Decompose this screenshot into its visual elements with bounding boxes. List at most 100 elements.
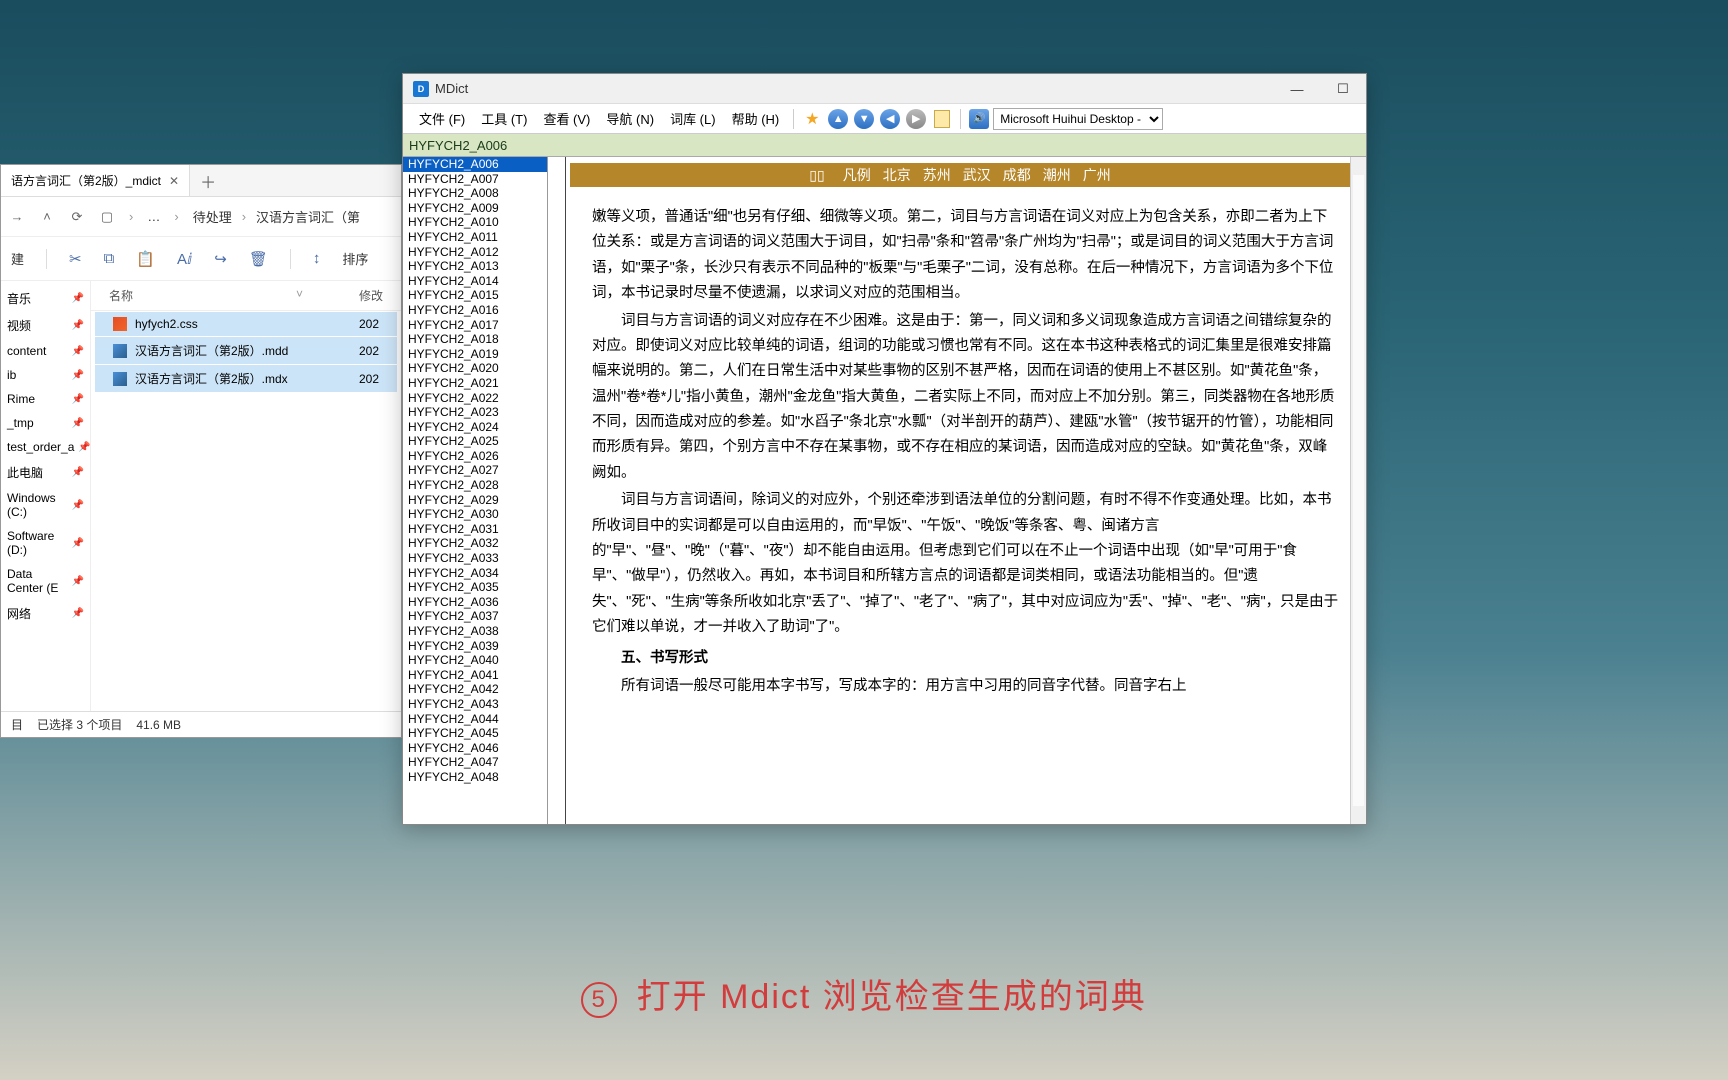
- menu-item[interactable]: 查看 (V): [535, 112, 598, 127]
- file-row[interactable]: hyfych2.css202: [95, 312, 397, 336]
- new-tab-button[interactable]: ＋: [190, 169, 226, 193]
- entry-item[interactable]: HYFYCH2_A015: [403, 288, 547, 303]
- entry-item[interactable]: HYFYCH2_A040: [403, 653, 547, 668]
- sidebar-item[interactable]: Rime📌: [1, 387, 90, 411]
- close-tab-icon[interactable]: ✕: [169, 174, 179, 188]
- entry-item[interactable]: HYFYCH2_A025: [403, 434, 547, 449]
- entry-item[interactable]: HYFYCH2_A022: [403, 391, 547, 406]
- nav-up-icon[interactable]: ˄: [39, 209, 55, 224]
- share-icon[interactable]: ↪: [214, 250, 227, 268]
- nav-forward-icon[interactable]: →: [9, 209, 25, 224]
- sidebar-item[interactable]: 视频📌: [1, 312, 90, 339]
- col-name[interactable]: 名称: [109, 287, 296, 304]
- entry-item[interactable]: HYFYCH2_A038: [403, 624, 547, 639]
- entry-item[interactable]: HYFYCH2_A006: [403, 157, 547, 172]
- sidebar-item[interactable]: Windows (C:)📌: [1, 486, 90, 524]
- entry-item[interactable]: HYFYCH2_A033: [403, 551, 547, 566]
- entry-item[interactable]: HYFYCH2_A028: [403, 478, 547, 493]
- sidebar-item[interactable]: 音乐📌: [1, 285, 90, 312]
- entry-item[interactable]: HYFYCH2_A032: [403, 536, 547, 551]
- sidebar-item[interactable]: Software (D:)📌: [1, 524, 90, 562]
- nav-monitor-icon[interactable]: ▢: [99, 209, 115, 225]
- entry-item[interactable]: HYFYCH2_A008: [403, 186, 547, 201]
- delete-icon[interactable]: 🗑: [249, 250, 268, 268]
- sidebar-item[interactable]: ib📌: [1, 363, 90, 387]
- nav-refresh-icon[interactable]: ⟳: [69, 209, 85, 225]
- sidebar-item[interactable]: _tmp📌: [1, 411, 90, 435]
- sort-label[interactable]: 排序: [342, 249, 368, 268]
- dict-nav-link[interactable]: 潮州: [1043, 167, 1071, 183]
- rename-icon[interactable]: Aⅈ: [177, 250, 192, 268]
- nav-up-button[interactable]: ▲: [826, 107, 850, 131]
- breadcrumb-item[interactable]: 待处理: [193, 207, 232, 226]
- entry-item[interactable]: HYFYCH2_A021: [403, 376, 547, 391]
- speaker-button[interactable]: 🔊: [967, 107, 991, 131]
- entry-item[interactable]: HYFYCH2_A043: [403, 697, 547, 712]
- copy-icon[interactable]: ⧉: [104, 250, 115, 267]
- sidebar-item[interactable]: 此电脑📌: [1, 459, 90, 486]
- entry-item[interactable]: HYFYCH2_A045: [403, 726, 547, 741]
- sidebar-item[interactable]: test_order_a📌: [1, 435, 90, 459]
- entry-item[interactable]: HYFYCH2_A029: [403, 493, 547, 508]
- file-row[interactable]: 汉语方言词汇（第2版）.mdx202: [95, 365, 397, 392]
- menu-item[interactable]: 导航 (N): [598, 112, 662, 127]
- entry-item[interactable]: HYFYCH2_A027: [403, 463, 547, 478]
- menu-item[interactable]: 文件 (F): [411, 112, 473, 127]
- dict-nav-link[interactable]: 武汉: [963, 167, 991, 183]
- menu-item[interactable]: 词库 (L): [662, 112, 724, 127]
- file-row[interactable]: 汉语方言词汇（第2版）.mdd202: [95, 337, 397, 364]
- entry-item[interactable]: HYFYCH2_A039: [403, 639, 547, 654]
- entry-item[interactable]: HYFYCH2_A048: [403, 770, 547, 785]
- sort-icon[interactable]: ↕: [313, 250, 321, 267]
- entry-item[interactable]: HYFYCH2_A013: [403, 259, 547, 274]
- dict-nav-link[interactable]: 凡例: [843, 167, 871, 183]
- breadcrumb-item[interactable]: 汉语方言词汇（第: [256, 207, 360, 226]
- entry-item[interactable]: HYFYCH2_A047: [403, 755, 547, 770]
- menu-item[interactable]: 工具 (T): [473, 112, 535, 127]
- entry-item[interactable]: HYFYCH2_A034: [403, 566, 547, 581]
- menu-item[interactable]: 帮助 (H): [724, 112, 788, 127]
- search-field[interactable]: HYFYCH2_A006: [403, 134, 1366, 157]
- nav-down-button[interactable]: ▼: [852, 107, 876, 131]
- cut-icon[interactable]: ✂: [69, 250, 82, 268]
- nav-forward-button[interactable]: ▶: [904, 107, 928, 131]
- entry-item[interactable]: HYFYCH2_A018: [403, 332, 547, 347]
- entry-item[interactable]: HYFYCH2_A007: [403, 172, 547, 187]
- entry-item[interactable]: HYFYCH2_A046: [403, 741, 547, 756]
- entry-item[interactable]: HYFYCH2_A023: [403, 405, 547, 420]
- minimize-button[interactable]: —: [1274, 74, 1320, 104]
- tts-voice-select[interactable]: Microsoft Huihui Desktop - C: [993, 108, 1163, 130]
- entry-item[interactable]: HYFYCH2_A044: [403, 712, 547, 727]
- favorite-button[interactable]: ★: [800, 107, 824, 131]
- entry-item[interactable]: HYFYCH2_A017: [403, 318, 547, 333]
- col-date[interactable]: 修改: [343, 287, 383, 304]
- paste-icon[interactable]: 📋: [136, 250, 155, 268]
- entry-item[interactable]: HYFYCH2_A012: [403, 245, 547, 260]
- clipboard-button[interactable]: [930, 107, 954, 131]
- explorer-tab[interactable]: 语方言词汇（第2版）_mdict ✕: [1, 165, 190, 196]
- entry-item[interactable]: HYFYCH2_A010: [403, 215, 547, 230]
- entry-item[interactable]: HYFYCH2_A014: [403, 274, 547, 289]
- entry-item[interactable]: HYFYCH2_A041: [403, 668, 547, 683]
- dict-nav-link[interactable]: 成都: [1003, 167, 1031, 183]
- scrollbar[interactable]: [1350, 157, 1366, 824]
- dict-nav-link[interactable]: 苏州: [923, 167, 951, 183]
- entry-item[interactable]: HYFYCH2_A036: [403, 595, 547, 610]
- entry-item[interactable]: HYFYCH2_A019: [403, 347, 547, 362]
- sidebar-item[interactable]: 网络📌: [1, 600, 90, 627]
- entry-item[interactable]: HYFYCH2_A020: [403, 361, 547, 376]
- new-button[interactable]: 建: [11, 249, 24, 268]
- entry-item[interactable]: HYFYCH2_A016: [403, 303, 547, 318]
- entry-list[interactable]: HYFYCH2_A006HYFYCH2_A007HYFYCH2_A008HYFY…: [403, 157, 548, 824]
- entry-item[interactable]: HYFYCH2_A009: [403, 201, 547, 216]
- maximize-button[interactable]: ☐: [1320, 74, 1366, 104]
- sidebar-item[interactable]: Data Center (E📌: [1, 562, 90, 600]
- sidebar-item[interactable]: content📌: [1, 339, 90, 363]
- entry-item[interactable]: HYFYCH2_A030: [403, 507, 547, 522]
- entry-item[interactable]: HYFYCH2_A035: [403, 580, 547, 595]
- dict-nav-link[interactable]: 北京: [883, 167, 911, 183]
- dict-nav-link[interactable]: 广州: [1083, 167, 1111, 183]
- entry-item[interactable]: HYFYCH2_A026: [403, 449, 547, 464]
- entry-item[interactable]: HYFYCH2_A024: [403, 420, 547, 435]
- breadcrumb-ellipsis[interactable]: …: [147, 209, 160, 224]
